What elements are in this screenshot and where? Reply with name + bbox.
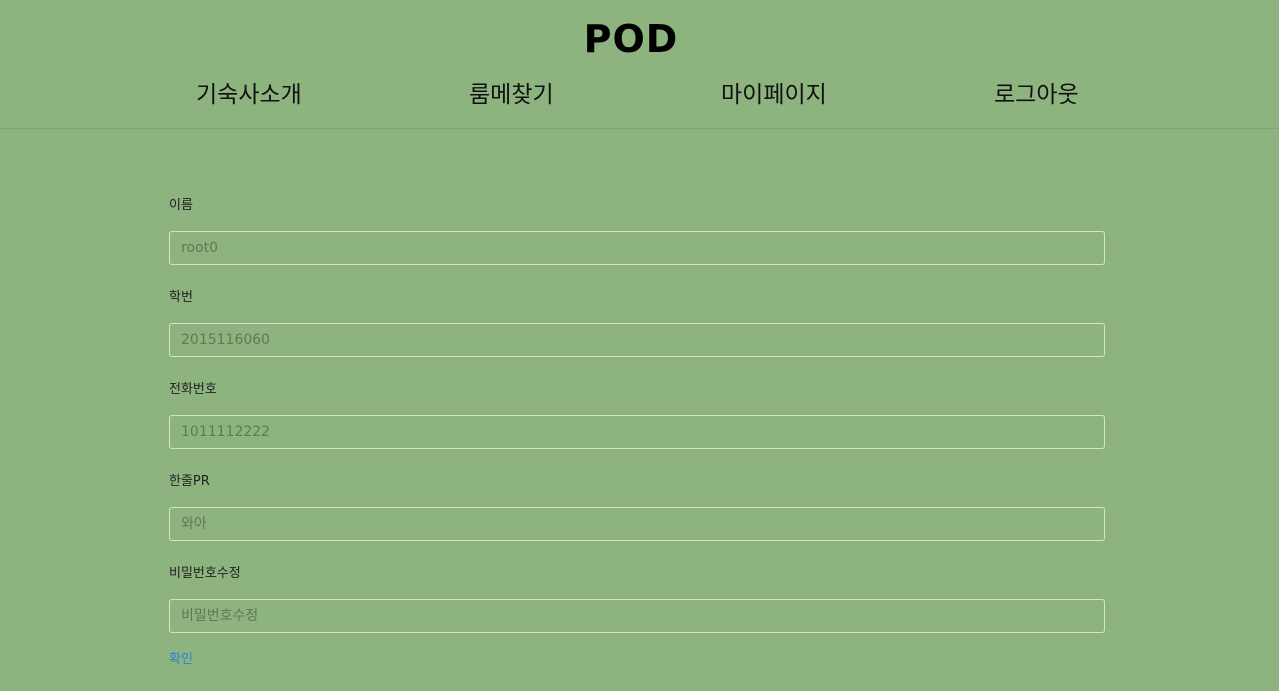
password-label: 비밀번호수정 [169,566,241,581]
student-id-input[interactable] [169,323,1105,357]
pr-label: 한줄PR [169,474,210,489]
main-nav: 기숙사소개 룸메찾기 마이페이지 로그아웃 [0,78,1279,112]
phone-input[interactable] [169,415,1105,449]
password-input[interactable] [169,599,1105,633]
nav-item-dorm-intro[interactable]: 기숙사소개 [196,78,302,112]
site-logo[interactable]: POD [0,14,1262,64]
phone-field-group: 전화번호 [169,380,1105,464]
confirm-button[interactable]: 확인 [169,650,193,670]
nav-item-find-roommate[interactable]: 룸메찾기 [469,78,554,112]
password-field-group: 비밀번호수정 [169,564,1105,648]
phone-label: 전화번호 [169,382,217,397]
nav-item-logout[interactable]: 로그아웃 [994,78,1079,112]
name-field-group: 이름 [169,196,1105,280]
pr-field-group: 한줄PR [169,472,1105,556]
pr-input[interactable] [169,507,1105,541]
name-label: 이름 [169,198,193,213]
student-id-field-group: 학번 [169,288,1105,372]
student-id-label: 학번 [169,290,193,305]
nav-item-my-page[interactable]: 마이페이지 [721,78,827,112]
name-input[interactable] [169,231,1105,265]
site-header: POD 기숙사소개 룸메찾기 마이페이지 로그아웃 [0,0,1279,129]
profile-form: 이름 학번 전화번호 한줄PR 비밀번호수정 확인 [169,196,1105,670]
